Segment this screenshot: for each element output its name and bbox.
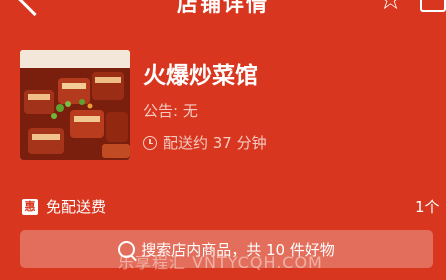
delivery-time-text: 配送约 37 分钟 (163, 134, 267, 152)
delivery-time: 配送约 37 分钟 (143, 132, 267, 153)
promo-text: 免配送费 (46, 198, 107, 216)
shop-image (20, 50, 130, 160)
promo-row[interactable]: 惠 免配送费 (22, 196, 106, 217)
shop-notice: 公告: 无 (143, 102, 198, 120)
braised-pork-image (20, 50, 130, 160)
favorite-star-icon[interactable]: ☆ (378, 0, 403, 14)
share-icon[interactable] (420, 0, 446, 12)
promo-count: 1个 (415, 198, 440, 216)
watermark: 乐享程汇 VNTYCQH.COM (118, 253, 323, 272)
shop-name: 火爆炒菜馆 (143, 63, 258, 89)
clock-icon (143, 135, 157, 150)
discount-badge-icon: 惠 (22, 198, 38, 215)
top-nav-bar: 店铺详情 ☆ (0, 0, 446, 20)
